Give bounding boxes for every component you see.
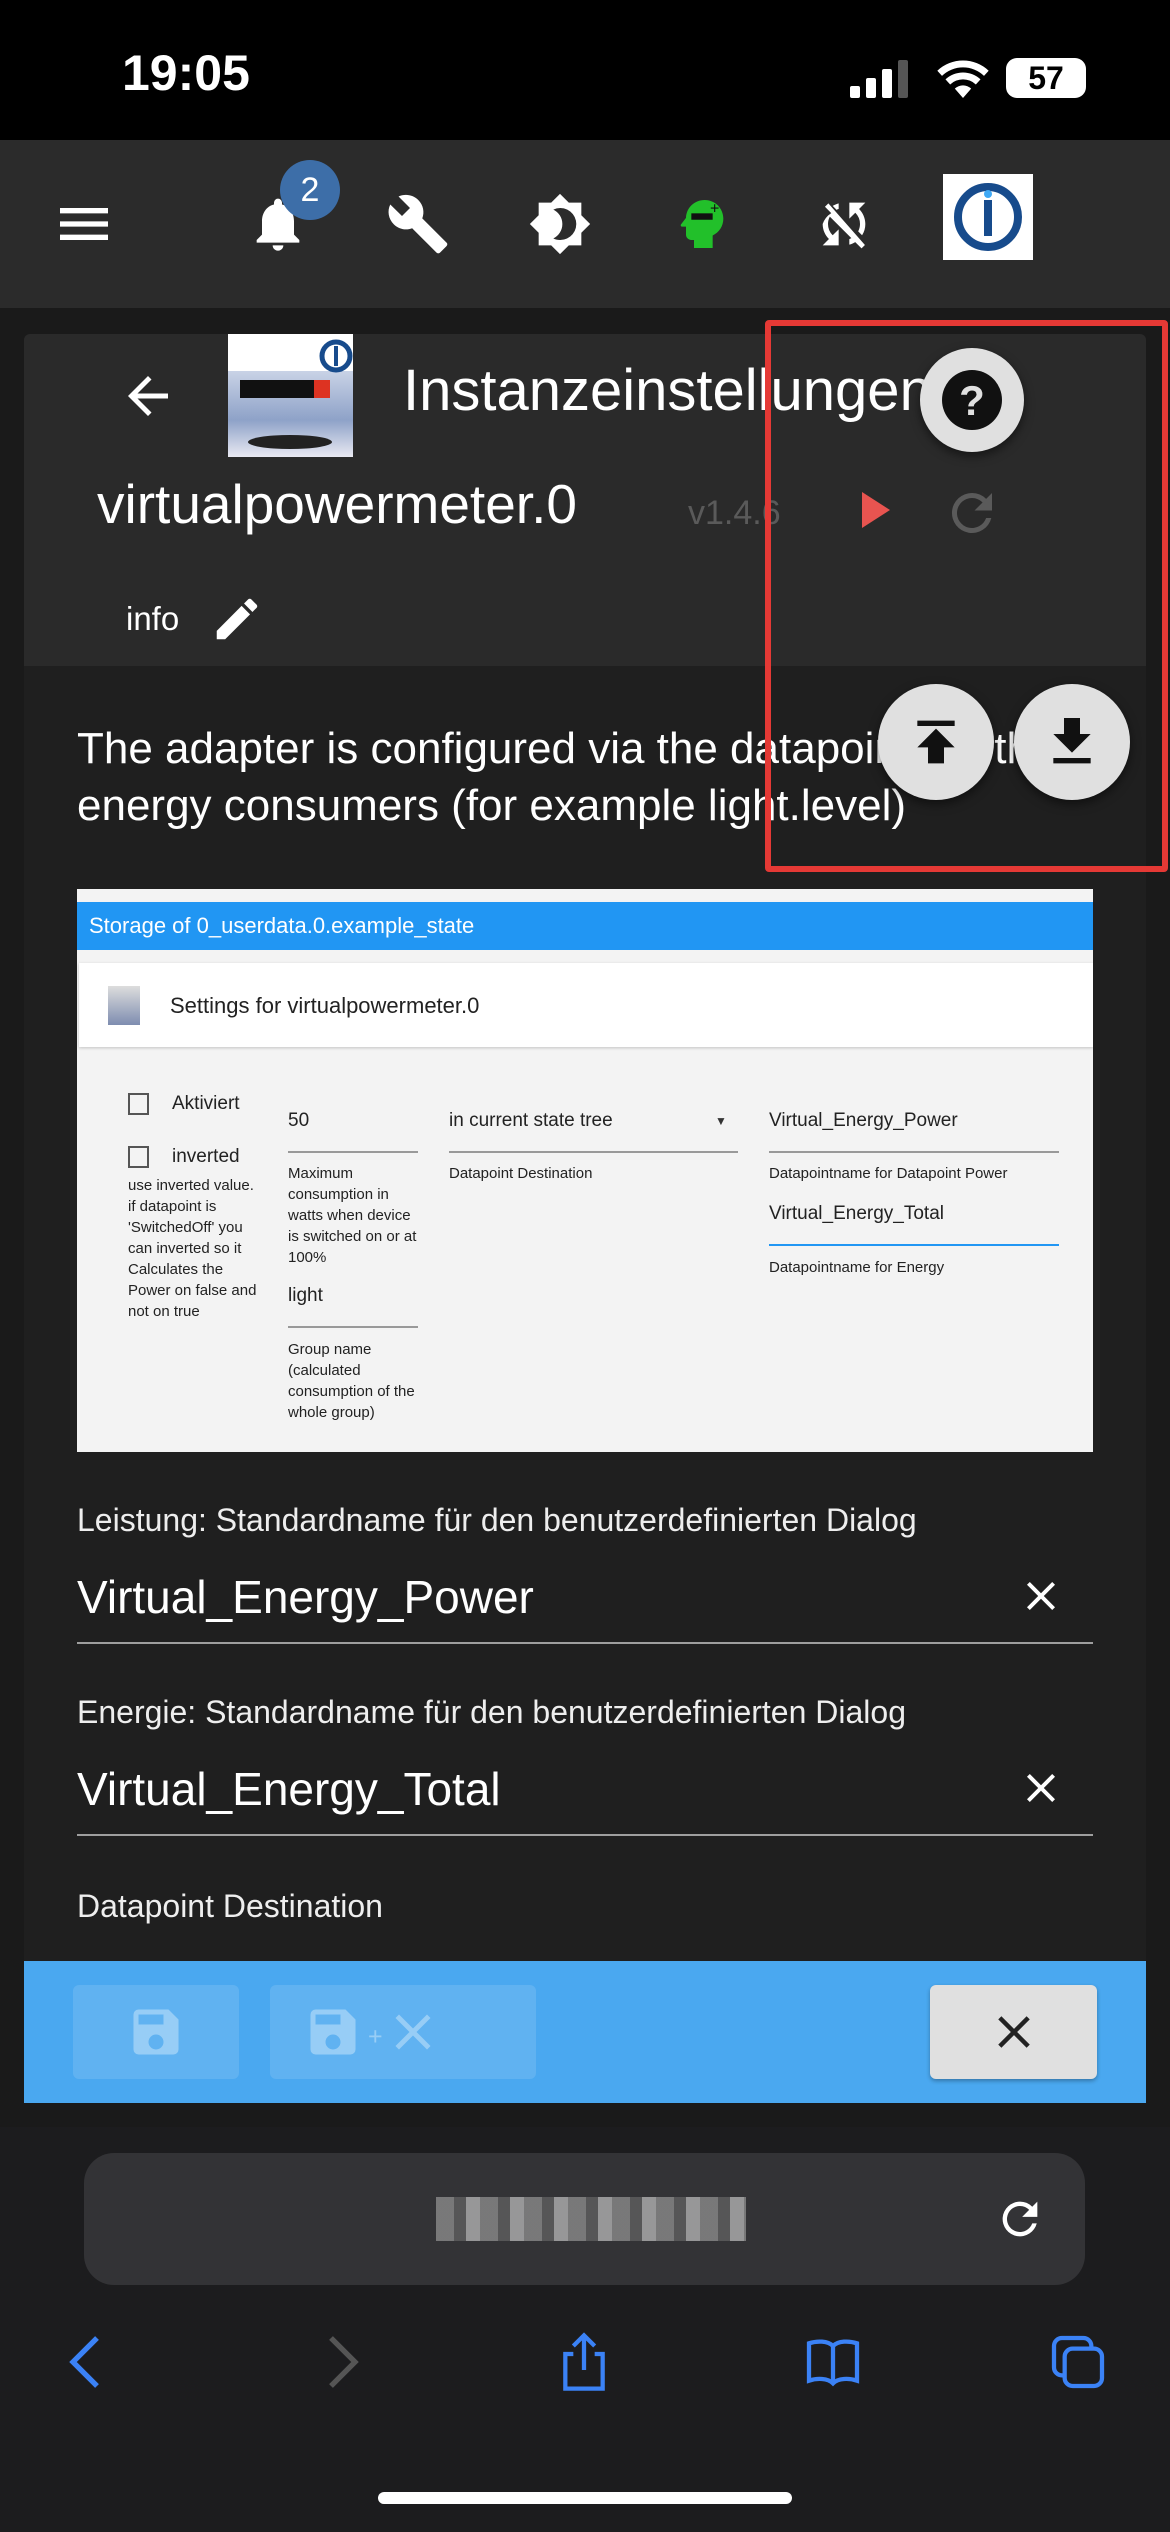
inverted-checkbox [128,1146,149,1168]
home-indicator [378,2492,792,2504]
dropdown-arrow-icon: ▼ [715,1114,727,1128]
highlight-box [765,320,1168,872]
share-icon[interactable] [552,2330,616,2394]
energy-field-underline [77,1834,1093,1836]
cellular-icon [850,60,908,98]
expert-mode-icon[interactable]: + [670,192,734,256]
adapter-mini-icon [108,986,140,1025]
group-label: Group name (calculated consumption of th… [288,1341,415,1421]
energy-field-label: Energie: Standardname für den benutzerde… [77,1694,906,1730]
group-value: light [288,1285,323,1306]
max-value: 50 [288,1110,310,1131]
close-icon [997,2016,1030,2048]
back-arrow-icon[interactable] [118,366,178,426]
settings-title: Settings for virtualpowermeter.0 [170,993,480,1018]
clear-power-icon[interactable] [1017,1572,1065,1620]
browser-forward-icon[interactable] [307,2330,371,2394]
energy-value: Virtual_Energy_Total [769,1203,944,1224]
instance-name: virtualpowermeter.0 [97,473,577,535]
power-field-label: Leistung: Standardname für den benutzerd… [77,1502,917,1538]
notification-badge: 2 [280,160,340,220]
svg-text:+: + [710,200,719,217]
brightness-icon[interactable] [528,192,592,256]
aktiviert-label: Aktiviert [172,1093,240,1114]
menu-icon[interactable] [52,192,116,256]
storage-title: Storage of 0_userdata.0.example_state [89,913,475,938]
sync-disabled-icon[interactable] [812,192,876,256]
clear-energy-icon[interactable] [1017,1764,1065,1812]
power-field-input[interactable]: Virtual_Energy_Power [77,1570,534,1624]
power-value: Virtual_Energy_Power [769,1110,958,1131]
close-button[interactable] [930,1985,1097,2079]
svg-text:+: + [368,2023,383,2051]
power-field-underline [77,1642,1093,1644]
blurred-url [436,2197,746,2241]
aktiviert-checkbox [128,1093,149,1115]
dest-value: in current state tree [449,1110,613,1131]
info-tab[interactable]: info [126,600,179,638]
max-label: Maximum consumption in watts when device… [288,1165,417,1266]
page-reload-icon[interactable] [994,2193,1046,2245]
datapoint-destination-label: Datapoint Destination [77,1888,383,1924]
inverted-label: inverted [172,1146,240,1167]
browser-back-icon[interactable] [57,2330,121,2394]
energy-label: Datapointname for Energy [769,1259,945,1276]
example-screenshot: Storage of 0_userdata.0.example_state Se… [77,889,1093,1452]
wrench-icon[interactable] [386,192,450,256]
status-bar: 19:05 57 [0,0,1170,140]
address-bar[interactable] [84,2153,1085,2285]
floppy-icon [133,2009,179,2055]
bookmarks-icon[interactable] [801,2330,865,2394]
tabs-icon[interactable] [1046,2330,1110,2394]
wifi-icon [937,60,989,98]
pencil-icon[interactable] [210,592,264,646]
floppy-plus-close-icon: + [310,2009,431,2055]
inverted-help: use inverted value. if datapoint is 'Swi… [128,1177,257,1320]
power-label: Datapointname for Datapoint Power [769,1165,1008,1182]
clock: 19:05 [122,45,250,101]
iobroker-logo[interactable] [943,174,1033,260]
save-and-close-button[interactable]: + [270,1985,536,2079]
battery-indicator: 57 [1006,58,1086,98]
dest-label: Datapoint Destination [449,1165,593,1182]
energy-field-input[interactable]: Virtual_Energy_Total [77,1762,501,1816]
adapter-image [228,334,353,457]
save-button[interactable] [73,1985,239,2079]
